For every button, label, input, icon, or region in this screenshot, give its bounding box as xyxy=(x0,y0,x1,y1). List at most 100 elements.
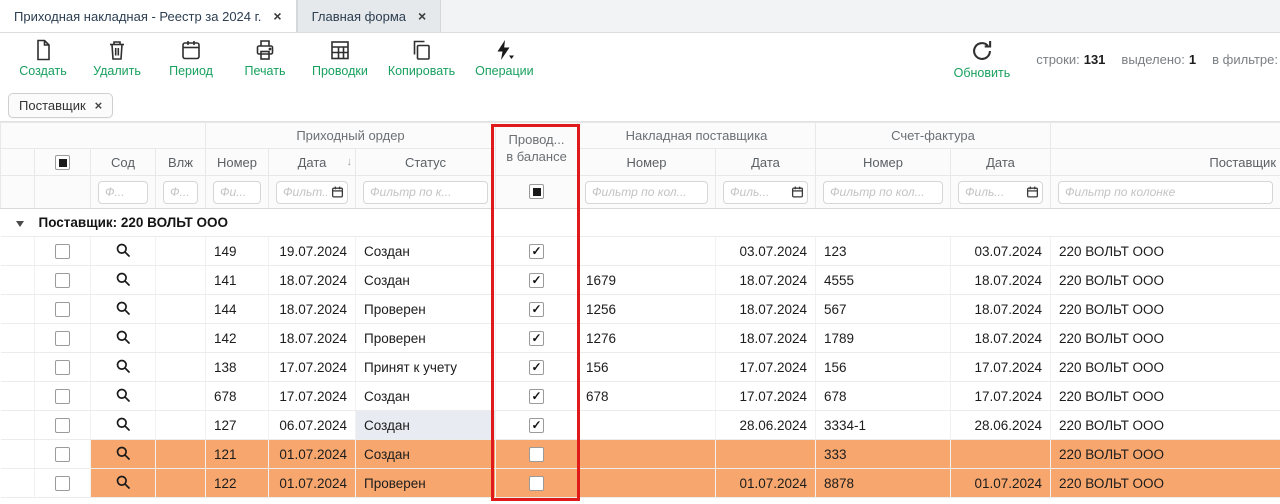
filter-input-status[interactable] xyxy=(363,181,488,204)
in-balance-cell[interactable] xyxy=(496,440,578,469)
row-select-cell[interactable] xyxy=(35,382,91,411)
magnifier-icon[interactable] xyxy=(115,474,131,493)
column-header-status[interactable]: Статус xyxy=(356,149,496,176)
row-checkbox[interactable] xyxy=(55,331,70,346)
magnifier-icon[interactable] xyxy=(115,358,131,377)
table-row[interactable]: 141 18.07.2024 Создан 1679 18.07.2024 45… xyxy=(1,266,1280,295)
column-header-invoice-date[interactable]: Дата xyxy=(716,149,816,176)
table-row[interactable]: 144 18.07.2024 Проверен 1256 18.07.2024 … xyxy=(1,295,1280,324)
row-select-cell[interactable] xyxy=(35,266,91,295)
table-row[interactable]: 121 01.07.2024 Создан 333 220 ВОЛЬТ ООО xyxy=(1,440,1280,469)
tab-incoming-invoice-register[interactable]: Приходная накладная - Реестр за 2024 г. … xyxy=(0,0,297,32)
in-balance-cell[interactable] xyxy=(496,324,578,353)
select-all-checkbox[interactable] xyxy=(55,155,70,170)
filter-input-supplier[interactable] xyxy=(1058,181,1273,204)
row-content-cell[interactable] xyxy=(91,382,156,411)
row-checkbox[interactable] xyxy=(55,244,70,259)
row-content-cell[interactable] xyxy=(91,237,156,266)
magnifier-icon[interactable] xyxy=(115,271,131,290)
column-header-supplier[interactable]: Поставщик xyxy=(1051,149,1280,176)
column-header-sod[interactable]: Сод xyxy=(91,149,156,176)
period-button[interactable]: Период xyxy=(164,38,218,78)
operations-button[interactable]: Операции xyxy=(475,38,533,78)
column-header-facture-date[interactable]: Дата xyxy=(951,149,1051,176)
magnifier-icon[interactable] xyxy=(115,387,131,406)
row-content-cell[interactable] xyxy=(91,411,156,440)
in-balance-cell[interactable] xyxy=(496,295,578,324)
in-balance-cell[interactable] xyxy=(496,411,578,440)
table-row[interactable]: 122 01.07.2024 Проверен 01.07.2024 8878 … xyxy=(1,469,1280,498)
in-balance-cell[interactable] xyxy=(496,237,578,266)
row-select-cell[interactable] xyxy=(35,469,91,498)
delete-button[interactable]: Удалить xyxy=(90,38,144,78)
tab-close-icon[interactable]: × xyxy=(273,9,281,23)
row-checkbox[interactable] xyxy=(55,360,70,375)
filter-checkbox-in-balance[interactable] xyxy=(529,184,544,199)
row-content-cell[interactable] xyxy=(91,324,156,353)
print-button[interactable]: Печать xyxy=(238,38,292,78)
tab-close-icon[interactable]: × xyxy=(418,9,426,23)
row-checkbox[interactable] xyxy=(55,302,70,317)
table-row[interactable]: 138 17.07.2024 Принят к учету 156 17.07.… xyxy=(1,353,1280,382)
refresh-button[interactable]: Обновить xyxy=(954,38,1011,80)
filter-input-order-number[interactable] xyxy=(213,181,261,204)
filter-chip-close-icon[interactable]: × xyxy=(95,99,103,112)
magnifier-icon[interactable] xyxy=(115,445,131,464)
tab-main-form[interactable]: Главная форма × xyxy=(297,0,442,32)
in-balance-checkbox[interactable] xyxy=(529,302,544,317)
magnifier-icon[interactable] xyxy=(115,329,131,348)
row-select-cell[interactable] xyxy=(35,440,91,469)
row-content-cell[interactable] xyxy=(91,295,156,324)
column-header-vlozh[interactable]: Влж xyxy=(156,149,206,176)
filter-input-facture-number[interactable] xyxy=(823,181,943,204)
row-checkbox[interactable] xyxy=(55,418,70,433)
in-balance-checkbox[interactable] xyxy=(529,273,544,288)
table-row[interactable]: 142 18.07.2024 Проверен 1276 18.07.2024 … xyxy=(1,324,1280,353)
in-balance-cell[interactable] xyxy=(496,353,578,382)
row-content-cell[interactable] xyxy=(91,440,156,469)
group-row-supplier[interactable]: Поставщик: 220 ВОЛЬТ ООО xyxy=(1,209,1280,237)
filter-input-sod[interactable] xyxy=(98,181,148,204)
in-balance-cell[interactable] xyxy=(496,469,578,498)
row-content-cell[interactable] xyxy=(91,469,156,498)
calendar-icon[interactable] xyxy=(331,186,344,199)
row-select-cell[interactable] xyxy=(35,353,91,382)
table-row[interactable]: 678 17.07.2024 Создан 678 17.07.2024 678… xyxy=(1,382,1280,411)
table-row[interactable]: 149 19.07.2024 Создан 03.07.2024 123 03.… xyxy=(1,237,1280,266)
in-balance-checkbox[interactable] xyxy=(529,389,544,404)
in-balance-checkbox[interactable] xyxy=(529,447,544,462)
filter-input-vlozh[interactable] xyxy=(163,181,198,204)
column-header-in-balance[interactable]: Провод... в балансе xyxy=(496,123,578,176)
filter-input-invoice-number[interactable] xyxy=(585,181,708,204)
collapse-triangle-icon[interactable] xyxy=(16,221,24,227)
row-content-cell[interactable] xyxy=(91,353,156,382)
magnifier-icon[interactable] xyxy=(115,242,131,261)
row-select-cell[interactable] xyxy=(35,324,91,353)
in-balance-checkbox[interactable] xyxy=(529,244,544,259)
row-checkbox[interactable] xyxy=(55,389,70,404)
in-balance-cell[interactable] xyxy=(496,382,578,411)
column-header-order-number[interactable]: Номер xyxy=(206,149,269,176)
row-select-cell[interactable] xyxy=(35,295,91,324)
calendar-icon[interactable] xyxy=(1026,186,1039,199)
in-balance-checkbox[interactable] xyxy=(529,331,544,346)
column-header-order-date[interactable]: Дата ↓ xyxy=(269,149,356,176)
copy-button[interactable]: Копировать xyxy=(388,38,455,78)
postings-button[interactable]: Проводки xyxy=(312,38,368,78)
row-select-cell[interactable] xyxy=(35,411,91,440)
table-row[interactable]: 127 06.07.2024 Создан 28.06.2024 3334-1 … xyxy=(1,411,1280,440)
in-balance-checkbox[interactable] xyxy=(529,360,544,375)
calendar-icon[interactable] xyxy=(791,186,804,199)
sort-descending-icon[interactable]: ↓ xyxy=(347,156,353,168)
magnifier-icon[interactable] xyxy=(115,416,131,435)
row-checkbox[interactable] xyxy=(55,447,70,462)
column-header-invoice-number[interactable]: Номер xyxy=(578,149,716,176)
create-button[interactable]: Создать xyxy=(16,38,70,78)
magnifier-icon[interactable] xyxy=(115,300,131,319)
in-balance-checkbox[interactable] xyxy=(529,476,544,491)
row-checkbox[interactable] xyxy=(55,476,70,491)
row-checkbox[interactable] xyxy=(55,273,70,288)
filter-chip-supplier[interactable]: Поставщик × xyxy=(8,93,113,118)
row-select-cell[interactable] xyxy=(35,237,91,266)
row-content-cell[interactable] xyxy=(91,266,156,295)
